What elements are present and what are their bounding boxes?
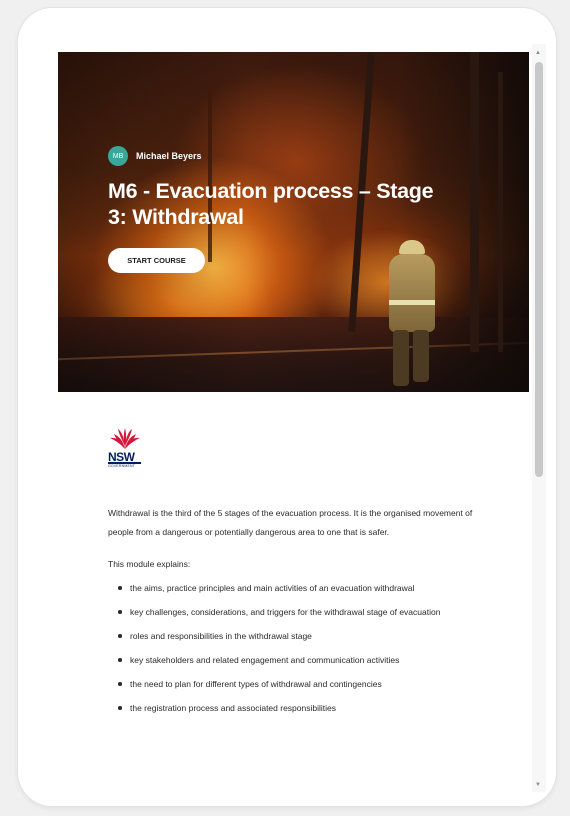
tree-trunk xyxy=(498,72,503,352)
device-frame: MB Michael Beyers M6 - Evacuation proces… xyxy=(18,8,556,806)
hero-road-line xyxy=(58,341,529,361)
module-topics-list: the aims, practice principles and main a… xyxy=(108,579,488,717)
triangle-up-icon[interactable]: ▲ xyxy=(535,50,541,56)
list-item: key challenges, considerations, and trig… xyxy=(118,603,488,621)
author-row: MB Michael Beyers xyxy=(108,146,438,166)
waratah-icon xyxy=(110,428,140,449)
list-item: the need to plan for different types of … xyxy=(118,675,488,693)
hero-banner: MB Michael Beyers M6 - Evacuation proces… xyxy=(58,52,529,392)
vertical-scrollbar[interactable]: ▲ ▼ xyxy=(532,44,546,792)
nsw-government-logo: NSW GOVERNMENT xyxy=(108,424,152,474)
list-item: roles and responsibilities in the withdr… xyxy=(118,627,488,645)
list-item: the aims, practice principles and main a… xyxy=(118,579,488,597)
tree-trunk xyxy=(470,52,479,352)
course-page: MB Michael Beyers M6 - Evacuation proces… xyxy=(58,52,529,792)
intro-paragraph: Withdrawal is the third of the 5 stages … xyxy=(108,508,473,537)
list-item: the registration process and associated … xyxy=(118,699,488,717)
course-title: M6 - Evacuation process – Stage 3: Withd… xyxy=(108,179,434,229)
course-description: NSW GOVERNMENT Withdrawal is the third o… xyxy=(58,392,529,717)
hero-content: MB Michael Beyers M6 - Evacuation proces… xyxy=(108,146,438,273)
logo-subtitle: GOVERNMENT xyxy=(108,464,136,468)
triangle-down-icon[interactable]: ▼ xyxy=(535,782,541,788)
module-explains-heading: This module explains: xyxy=(108,559,191,569)
list-item: key stakeholders and related engagement … xyxy=(118,651,488,669)
start-course-button[interactable]: START COURSE xyxy=(108,248,205,273)
hero-road xyxy=(58,317,529,392)
author-name: Michael Beyers xyxy=(136,151,202,161)
scrollbar-thumb[interactable] xyxy=(535,62,543,477)
avatar: MB xyxy=(108,146,128,166)
screen: MB Michael Beyers M6 - Evacuation proces… xyxy=(58,44,546,792)
